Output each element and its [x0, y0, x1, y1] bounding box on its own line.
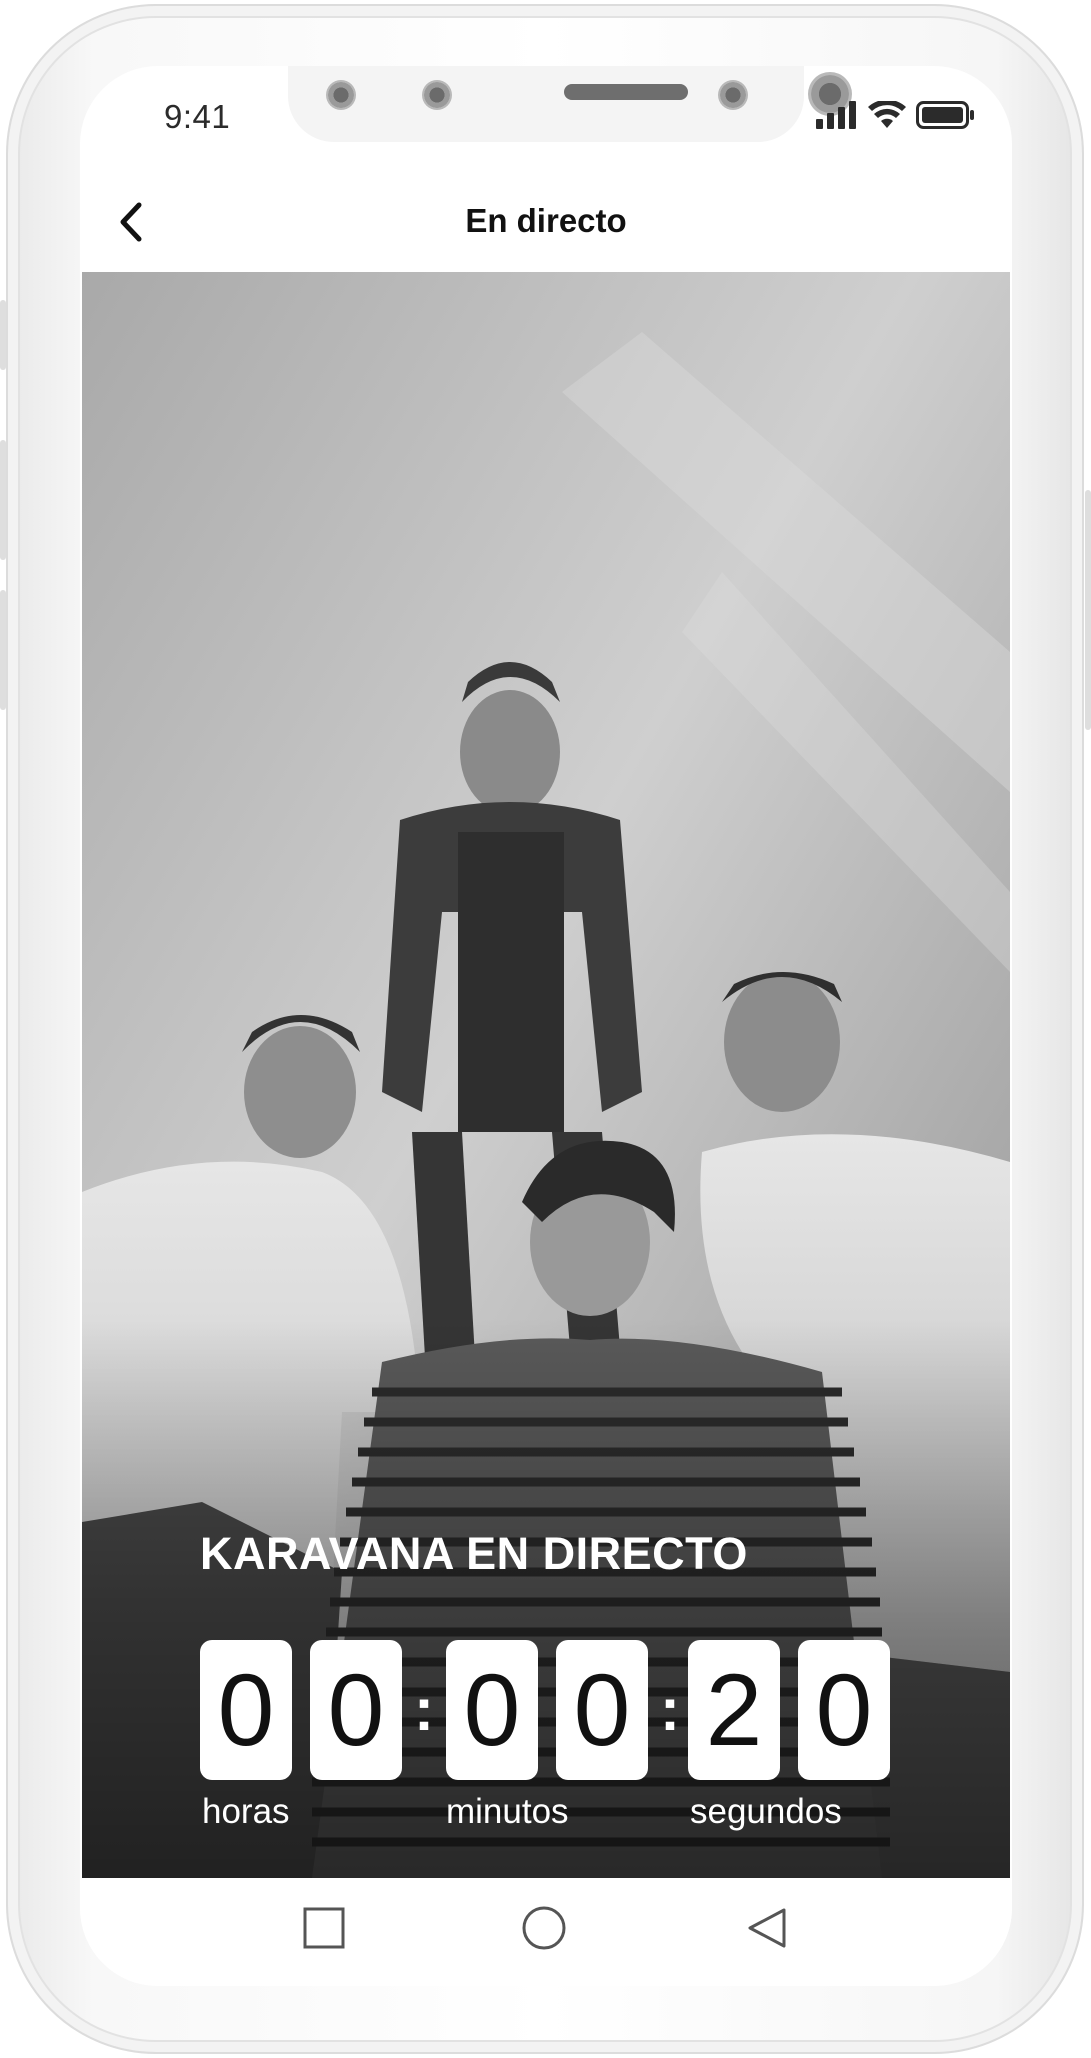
- front-sensor: [326, 80, 356, 110]
- countdown-separator: :: [414, 1676, 434, 1743]
- system-back-button[interactable]: [740, 1904, 792, 1956]
- live-event-hero: KARAVANA EN DIRECTO 0 0 : 0 0 : 2 0 hora…: [82, 272, 1010, 1878]
- signal-icon: [816, 100, 858, 134]
- notch: [288, 66, 852, 142]
- status-bar: 9:41: [80, 66, 1012, 176]
- app-header: En directo: [80, 176, 1012, 272]
- event-title: KARAVANA EN DIRECTO: [200, 1528, 748, 1579]
- countdown-label-hours: horas: [202, 1792, 290, 1831]
- side-button-right: [1085, 490, 1091, 730]
- countdown-label-seconds: segundos: [690, 1792, 842, 1831]
- side-button-left-top: [0, 300, 6, 370]
- status-time: 9:41: [164, 98, 231, 135]
- countdown-digit-hours-ones: 0: [310, 1640, 402, 1780]
- system-nav-bar: [80, 1878, 1012, 1986]
- countdown-label-minutes: minutos: [446, 1792, 569, 1831]
- recent-apps-button[interactable]: [298, 1904, 350, 1956]
- side-button-left-mid: [0, 440, 6, 560]
- countdown-separator: :: [660, 1676, 680, 1743]
- wifi-icon: [868, 99, 906, 134]
- countdown-digit-hours-tens: 0: [200, 1640, 292, 1780]
- front-sensor: [422, 80, 452, 110]
- home-icon: [521, 1905, 567, 1956]
- side-button-left-bottom: [0, 590, 6, 710]
- countdown-digit-seconds-tens: 2: [688, 1640, 780, 1780]
- recent-apps-icon: [302, 1906, 346, 1955]
- countdown-digit-minutes-ones: 0: [556, 1640, 648, 1780]
- front-sensor: [718, 80, 748, 110]
- page-title: En directo: [465, 202, 627, 239]
- phone-screen: 9:41 En directo KARAVANA EN DIRECTO 0 0 …: [80, 66, 1012, 1986]
- stage: 9:41 En directo KARAVANA EN DIRECTO 0 0 …: [0, 0, 1091, 2058]
- battery-icon: [916, 100, 974, 134]
- back-triangle-icon: [744, 1906, 788, 1955]
- earpiece-speaker: [564, 84, 688, 100]
- countdown-digit-minutes-tens: 0: [446, 1640, 538, 1780]
- countdown-digit-seconds-ones: 0: [798, 1640, 890, 1780]
- status-icons: [816, 99, 974, 134]
- home-button[interactable]: [518, 1904, 570, 1956]
